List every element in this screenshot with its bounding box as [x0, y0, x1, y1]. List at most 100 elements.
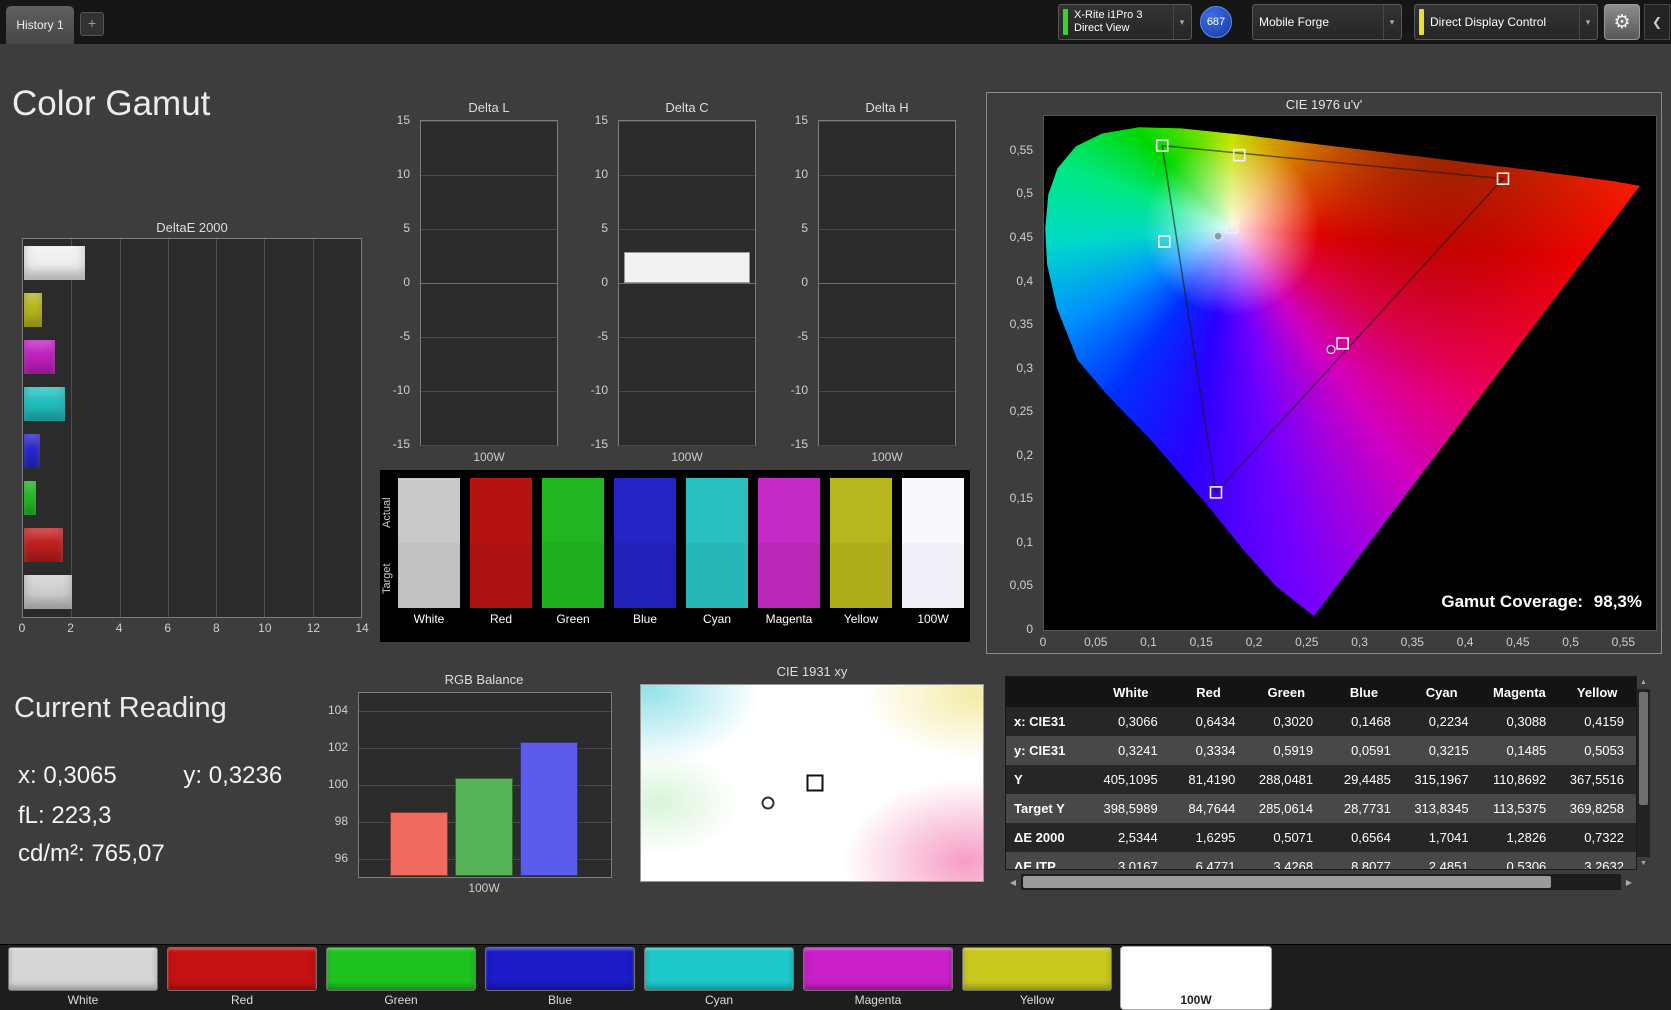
settings-button[interactable]: ⚙: [1604, 4, 1640, 40]
table-row: ΔE 2000 2,5344 1,6295 0,5071 0,6564 1,7041 1,2…: [1006, 823, 1636, 852]
table-cell: 405,1095: [1103, 772, 1158, 787]
gridline: [421, 391, 557, 392]
patch-button-cyan[interactable]: Cyan: [644, 947, 794, 1009]
delta-c-y-axis: 15 10 5 0 -5 -10 -15: [584, 113, 614, 451]
cie1931-panel: [640, 684, 984, 882]
patch-button-100w[interactable]: 100W: [1121, 947, 1271, 1009]
patch-button-magenta[interactable]: Magenta: [803, 947, 953, 1009]
collapse-panel-button[interactable]: ❮: [1644, 4, 1670, 40]
axis-tick-label: 14: [355, 621, 369, 635]
delta-c-plot: [618, 120, 756, 446]
deltae-bar-green: [24, 481, 37, 515]
swatch-actual: [542, 478, 604, 543]
scroll-up-button[interactable]: ▲: [1637, 676, 1650, 689]
patch-button-white[interactable]: White: [8, 947, 158, 1009]
cie1931-square-marker: [806, 774, 824, 792]
table-cell: 398,5989: [1103, 801, 1158, 816]
display-control-dropdown[interactable]: Direct Display Control ▾: [1414, 4, 1598, 40]
delta-h-title: Delta H: [865, 100, 909, 115]
swatch-target: [686, 543, 748, 608]
swatch-target: [398, 543, 460, 608]
h-scroll-thumb[interactable]: [1023, 876, 1551, 888]
table-cell: 113,5375: [1493, 801, 1547, 816]
swatch-actual: [758, 478, 820, 543]
gridline: [619, 175, 755, 176]
measurement-count-badge: 687: [1200, 6, 1232, 38]
gamut-square-marker: [1232, 148, 1246, 162]
gridline: [167, 239, 169, 617]
axis-tick-label: 0,4: [1016, 273, 1033, 288]
axis-tick-label: 2: [67, 621, 74, 635]
gridline: [819, 283, 955, 284]
gridline: [421, 445, 557, 446]
axis-tick-label: 0: [601, 275, 608, 289]
table-cell: 0,3215: [1428, 743, 1469, 758]
axis-tick-label: 0,5: [1562, 635, 1579, 649]
axis-tick-label: 0: [1026, 622, 1033, 636]
table-cell: 6,4771: [1195, 859, 1236, 870]
gridline: [819, 121, 955, 122]
history-tab[interactable]: History 1: [6, 6, 74, 44]
table-cell: 0,6434: [1195, 714, 1236, 729]
cie1931-title: CIE 1931 xy: [776, 664, 848, 679]
scroll-right-button[interactable]: ▶: [1621, 874, 1637, 890]
table-header-cell: Yellow: [1576, 684, 1618, 700]
reading-xy: x: 0,3065 y: 0,3236: [18, 762, 282, 790]
table-cell: 0,2234: [1428, 714, 1469, 729]
axis-tick-label: 104: [327, 703, 348, 718]
patch-color: [644, 947, 794, 991]
h-scroll-track[interactable]: [1021, 874, 1621, 890]
swatch-label: Blue: [632, 612, 658, 626]
axis-tick-label: 0,35: [1009, 317, 1033, 332]
swatch-white: White: [398, 478, 460, 630]
swatch-columns: White Red Green Blue Cyan Magenta Yellow 100W: [398, 478, 964, 630]
table-row-label: y: CIE31: [1014, 743, 1066, 758]
meter-dropdown[interactable]: X-Rite i1Pro 3 Direct View ▾: [1058, 4, 1192, 40]
patch-button-blue[interactable]: Blue: [485, 947, 635, 1009]
cie1976-title: CIE 1976 u'v': [1285, 97, 1363, 112]
reading-fl-value: 223,3: [51, 802, 112, 829]
axis-tick-label: 0,4: [1456, 635, 1474, 649]
axis-tick-label: -15: [590, 437, 608, 451]
scroll-left-button[interactable]: ◀: [1005, 874, 1021, 890]
table-corner-cell: [1006, 677, 1092, 707]
gridline: [71, 239, 73, 617]
table-cell: 1,7041: [1428, 830, 1469, 845]
table-row: y: CIE31 0,3241 0,3334 0,5919 0,0591 0,3215 0,…: [1006, 736, 1636, 765]
table-v-scrollbar[interactable]: ▲ ▼: [1637, 676, 1650, 870]
rgb-bar-blue: [520, 741, 578, 876]
v-scroll-thumb[interactable]: [1639, 692, 1648, 805]
pattern-source-label: Mobile Forge: [1259, 15, 1330, 29]
axis-tick-label: 5: [403, 221, 410, 235]
swatch-yellow: Yellow: [830, 478, 892, 630]
rgb-balance-plot: [358, 692, 612, 878]
deltae-bar-red: [24, 528, 64, 562]
patch-button-yellow[interactable]: Yellow: [962, 947, 1112, 1009]
patch-button-green[interactable]: Green: [326, 947, 476, 1009]
scroll-down-button[interactable]: ▼: [1637, 857, 1650, 870]
swatch-actual: [470, 478, 532, 543]
axis-tick-label: 12: [306, 621, 321, 635]
table-cell: 0,5071: [1273, 830, 1314, 845]
axis-tick-label: 102: [327, 740, 348, 755]
table-h-scrollbar[interactable]: ◀ ▶: [1005, 874, 1637, 890]
chevron-down-icon: ▾: [1579, 5, 1596, 39]
gridline: [619, 391, 755, 392]
axis-tick-label: 0,2: [1016, 447, 1033, 462]
patch-row: White Red Green Blue Cyan Magenta Yellow 100W: [8, 947, 1271, 1009]
patch-button-red[interactable]: Red: [167, 947, 317, 1009]
swatch-label: White: [413, 612, 445, 626]
gridline: [421, 337, 557, 338]
reading-cd-value: 765,07: [91, 840, 165, 867]
delta-c-chart: Delta C 15 10 5 0 -5 -10 -15 100W: [584, 100, 756, 470]
add-tab-button[interactable]: +: [80, 12, 104, 36]
axis-tick-label: 96: [334, 850, 348, 865]
patch-color: [167, 947, 317, 991]
pattern-source-dropdown[interactable]: Mobile Forge ▾: [1252, 4, 1402, 40]
axis-tick-label: 0: [403, 275, 410, 289]
patch-label: Cyan: [704, 993, 733, 1007]
gridline: [421, 175, 557, 176]
reading-cd: cd/m²: 765,07: [18, 840, 165, 868]
table-cell: 0,5919: [1273, 743, 1314, 758]
axis-tick-label: 6: [164, 621, 172, 635]
